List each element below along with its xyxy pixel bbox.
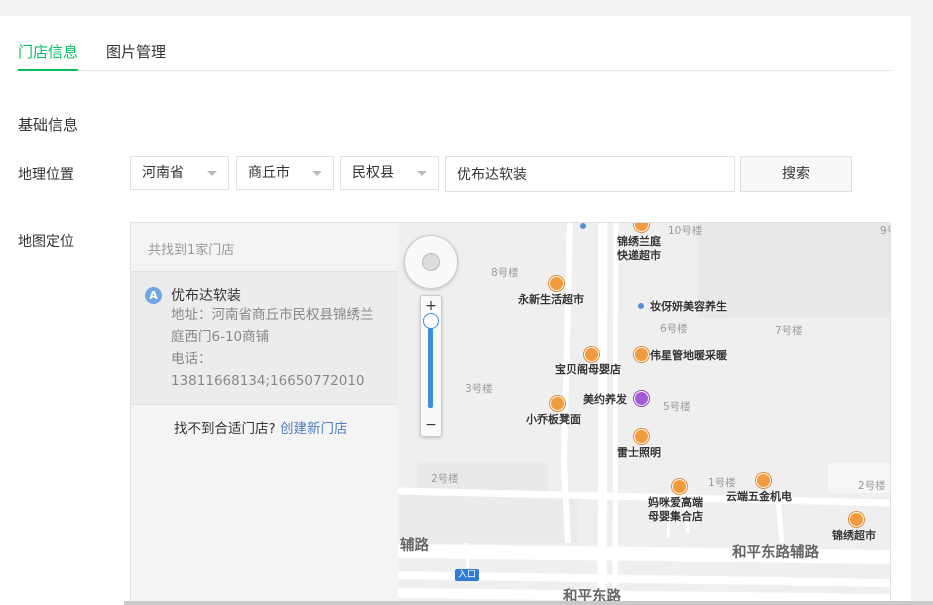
building-label: 2号楼 bbox=[431, 473, 459, 485]
shop-pin-icon bbox=[849, 512, 864, 527]
result-phone-label: 电话： bbox=[171, 351, 212, 367]
not-found-label: 找不到合适门店? bbox=[174, 421, 276, 437]
create-store-link[interactable]: 创建新门店 bbox=[280, 421, 348, 437]
shop-pin-icon bbox=[756, 473, 771, 488]
building-label: 6号楼 bbox=[660, 323, 688, 335]
city-select[interactable]: 商丘市 bbox=[236, 156, 334, 190]
store-info-card: 门店信息 图片管理 基础信息 地理位置 河南省 商丘市 民权县 搜索 地图定位 … bbox=[0, 16, 911, 605]
shop-pin-icon bbox=[584, 347, 599, 362]
zoom-slider-handle[interactable] bbox=[423, 313, 439, 329]
zoom-track[interactable] bbox=[428, 320, 433, 408]
result-address-line-2: 庭西门6-10商铺 bbox=[171, 329, 270, 345]
shop-pin-icon bbox=[549, 276, 564, 291]
chevron-down-icon bbox=[417, 171, 427, 176]
zoom-in-button[interactable]: + bbox=[421, 298, 441, 314]
search-results-panel: 共找到1家门店 A 优布达软装 地址：河南省商丘市民权县锦绣兰 庭西门6-10商… bbox=[131, 223, 399, 604]
map-canvas[interactable]: 10号楼 8号楼 6号楼 7号楼 3号楼 5号楼 2号楼 1号楼 2号楼 9号 … bbox=[398, 223, 890, 604]
tab-bar: 门店信息 图片管理 bbox=[18, 42, 891, 71]
result-item[interactable]: A 优布达软装 地址：河南省商丘市民权县锦绣兰 庭西门6-10商铺 电话： 13… bbox=[131, 271, 398, 405]
geo-location-label: 地理位置 bbox=[18, 167, 74, 183]
building-label: 5号楼 bbox=[663, 401, 691, 413]
result-name: 优布达软装 bbox=[171, 288, 241, 304]
zoom-out-button[interactable]: − bbox=[421, 417, 441, 433]
poi-label: 快递超市 bbox=[617, 249, 661, 262]
poi-label: 雷士照明 bbox=[617, 446, 661, 459]
map-locate-label: 地图定位 bbox=[18, 234, 74, 250]
tab-image-management[interactable]: 图片管理 bbox=[106, 42, 166, 69]
search-button[interactable]: 搜索 bbox=[740, 156, 852, 192]
section-title-basic-info: 基础信息 bbox=[18, 116, 79, 134]
poi-label: 美约养发 bbox=[583, 393, 627, 406]
horizontal-scrollbar[interactable] bbox=[124, 601, 933, 605]
chevron-down-icon bbox=[312, 171, 322, 176]
building-label: 10号楼 bbox=[668, 225, 703, 237]
county-value: 民权县 bbox=[352, 165, 394, 181]
poi-label: 宝贝阁母婴店 bbox=[555, 363, 621, 376]
results-count: 共找到1家门店 bbox=[148, 243, 235, 258]
building-label: 2号楼 bbox=[858, 480, 886, 492]
map-pan-control[interactable] bbox=[404, 235, 458, 289]
road-label: 辅路 bbox=[400, 538, 429, 554]
province-select[interactable]: 河南省 bbox=[130, 156, 229, 190]
poi-dot-icon bbox=[638, 303, 644, 309]
map-panel: 共找到1家门店 A 优布达软装 地址：河南省商丘市民权县锦绣兰 庭西门6-10商… bbox=[130, 222, 891, 605]
province-value: 河南省 bbox=[142, 165, 184, 181]
poi-label: 锦绣超市 bbox=[832, 529, 876, 542]
marker-a-icon: A bbox=[145, 287, 162, 304]
poi-dot-icon bbox=[580, 223, 586, 229]
map-zoom-control: + − bbox=[420, 295, 442, 437]
store-search-input[interactable] bbox=[445, 156, 735, 192]
poi-label: 小乔板凳面 bbox=[526, 413, 581, 426]
poi-label: 妆伢妍美容养生 bbox=[650, 300, 727, 313]
building-label: 8号楼 bbox=[491, 267, 519, 279]
shop-pin-icon bbox=[672, 479, 687, 494]
entrance-badge: 入口 bbox=[455, 569, 480, 581]
poi-label: 伟星管地暖采暖 bbox=[650, 349, 727, 362]
not-found-text: 找不到合适门店? 创建新门店 bbox=[174, 417, 347, 437]
road-label: 和平东路辅路 bbox=[732, 545, 819, 561]
poi-label: 永新生活超市 bbox=[518, 293, 584, 306]
shop-pin-icon bbox=[634, 429, 649, 444]
shop-pin-icon bbox=[634, 347, 649, 362]
poi-label: 云端五金机电 bbox=[726, 490, 792, 503]
building-label: 9号 bbox=[880, 225, 890, 237]
tab-store-info[interactable]: 门店信息 bbox=[18, 42, 79, 71]
restaurant-icon bbox=[550, 396, 565, 411]
building-label: 7号楼 bbox=[775, 325, 803, 337]
county-select[interactable]: 民权县 bbox=[340, 156, 439, 190]
result-address-line-1: 地址：河南省商丘市民权县锦绣兰 bbox=[171, 307, 374, 323]
building-label: 3号楼 bbox=[465, 383, 493, 395]
chevron-down-icon bbox=[207, 171, 217, 176]
poi-label: 母婴集合店 bbox=[648, 510, 703, 523]
scissors-icon bbox=[634, 391, 649, 406]
result-phone: 13811668134;16650772010 bbox=[171, 373, 365, 389]
city-value: 商丘市 bbox=[248, 165, 290, 181]
